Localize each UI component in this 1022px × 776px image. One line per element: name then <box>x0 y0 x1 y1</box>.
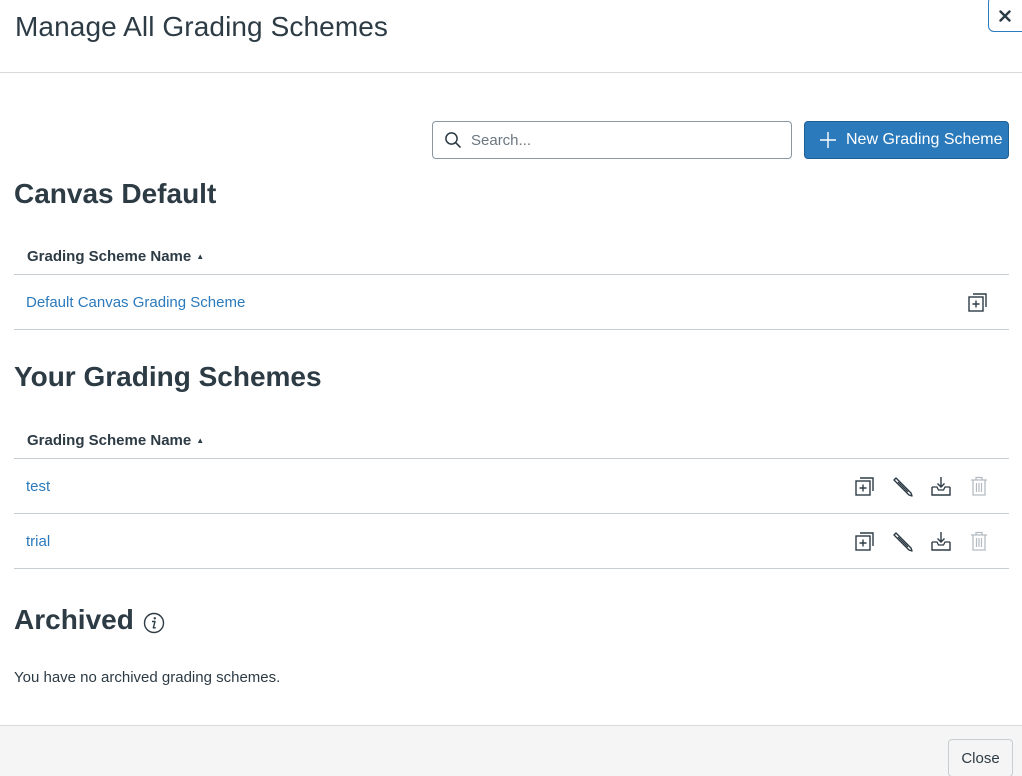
table-row: trial <box>14 514 1009 569</box>
archived-heading-row: Archived <box>14 604 165 636</box>
new-grading-scheme-label: New Grading Scheme <box>846 131 1003 148</box>
duplicate-button[interactable] <box>854 474 876 498</box>
pencil-icon <box>893 477 913 497</box>
duplicate-icon <box>968 293 987 312</box>
archive-icon <box>931 477 951 496</box>
search-input[interactable] <box>471 131 771 149</box>
table-row: Default Canvas Grading Scheme <box>14 275 1009 330</box>
column-header-label: Grading Scheme Name <box>27 247 192 265</box>
info-button[interactable] <box>143 612 165 634</box>
search-icon <box>445 132 461 148</box>
delete-button <box>968 474 990 498</box>
close-button[interactable]: Close <box>948 739 1013 776</box>
edit-button[interactable] <box>892 474 914 498</box>
edit-button[interactable] <box>892 529 914 553</box>
archived-heading: Archived <box>14 604 134 635</box>
modal-footer: Close <box>0 725 1022 776</box>
scheme-link[interactable]: test <box>26 478 50 495</box>
duplicate-button[interactable] <box>854 529 876 553</box>
duplicate-button[interactable] <box>967 290 989 314</box>
info-icon <box>143 612 165 633</box>
your-schemes-heading: Your Grading Schemes <box>14 361 322 392</box>
your-schemes-column-header[interactable]: Grading Scheme Name ▲ <box>14 422 1009 459</box>
canvas-default-column-header[interactable]: Grading Scheme Name ▲ <box>14 238 1009 275</box>
table-row: test <box>14 459 1009 514</box>
search-field[interactable] <box>432 121 792 159</box>
scheme-link[interactable]: trial <box>26 533 50 550</box>
modal-close-button[interactable] <box>988 0 1022 32</box>
sort-ascending-icon: ▲ <box>196 436 205 445</box>
trash-icon <box>971 531 987 551</box>
archive-button[interactable] <box>930 529 952 553</box>
archive-icon <box>931 532 951 551</box>
archive-button[interactable] <box>930 474 952 498</box>
archived-empty-message: You have no archived grading schemes. <box>14 669 281 686</box>
new-grading-scheme-button[interactable]: New Grading Scheme <box>804 121 1009 159</box>
column-header-label: Grading Scheme Name <box>27 431 192 449</box>
close-icon <box>999 10 1011 22</box>
scheme-link[interactable]: Default Canvas Grading Scheme <box>26 294 245 311</box>
modal-title: Manage All Grading Schemes <box>15 11 389 42</box>
modal-header: Manage All Grading Schemes <box>0 0 1022 73</box>
pencil-icon <box>893 532 913 552</box>
duplicate-icon <box>855 532 874 551</box>
plus-icon <box>819 131 837 149</box>
trash-icon <box>971 476 987 496</box>
delete-button <box>968 529 990 553</box>
duplicate-icon <box>855 477 874 496</box>
sort-ascending-icon: ▲ <box>196 252 205 261</box>
canvas-default-heading: Canvas Default <box>14 178 217 209</box>
